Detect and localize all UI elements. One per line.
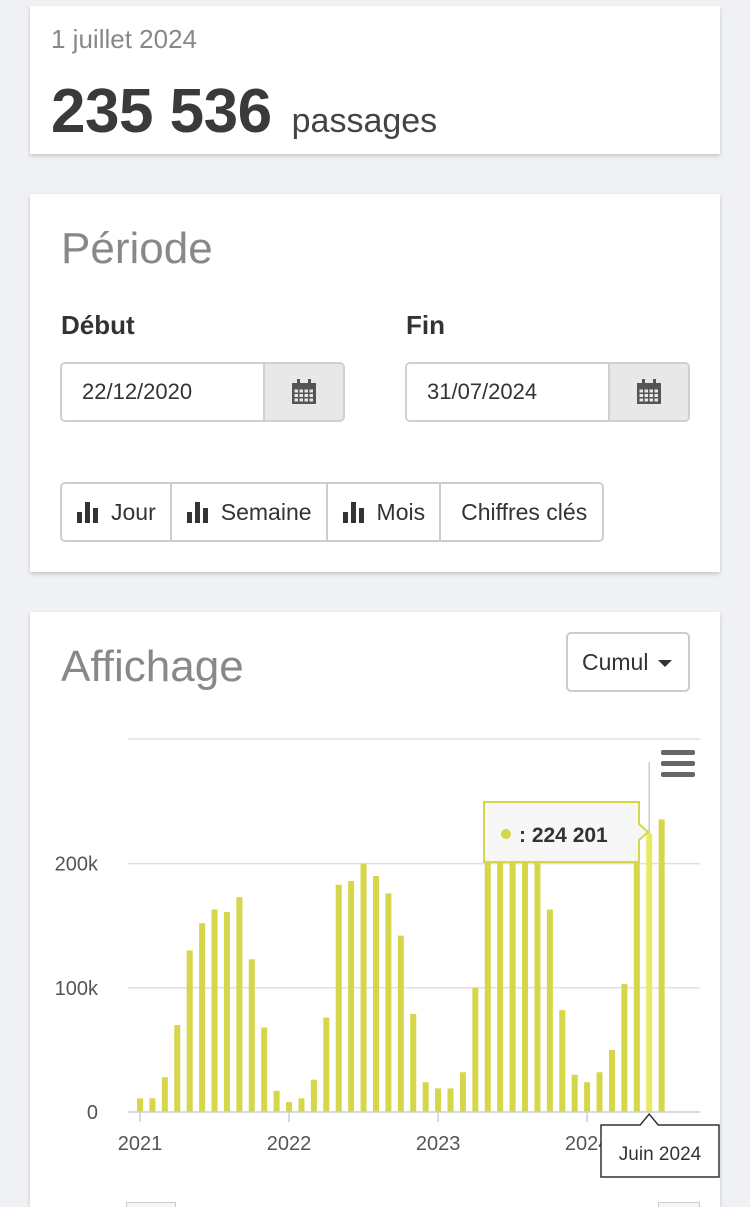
key-figures-button[interactable]: Chiffres clés xyxy=(441,484,603,540)
chart-bar xyxy=(348,880,355,1112)
chart-bar xyxy=(286,1102,293,1112)
start-date-group xyxy=(60,362,345,422)
chart-bar xyxy=(584,1082,591,1112)
chart-bar xyxy=(360,863,367,1112)
chart-bar xyxy=(174,1025,181,1112)
chart-bar xyxy=(248,959,255,1112)
chart-bar xyxy=(422,1082,429,1112)
chart-bar xyxy=(137,1098,143,1112)
chart-bar xyxy=(633,847,640,1112)
summary-unit: passages xyxy=(291,102,438,140)
range-scroll-right-button[interactable] xyxy=(658,1202,700,1207)
display-card: Affichage Cumul 0 100k 200k 2021 2022 2023 202… xyxy=(30,612,720,1207)
chart-bar xyxy=(646,833,653,1112)
x-hover-label: Juin 2024 xyxy=(619,1144,702,1165)
bar-chart-icon xyxy=(186,502,208,523)
y-tick-label: 0 xyxy=(87,1102,98,1124)
chart-bar xyxy=(571,1074,578,1112)
end-date-picker-button[interactable] xyxy=(608,364,688,420)
chart-bar xyxy=(658,819,665,1112)
bar-chart-icon xyxy=(342,502,364,523)
chart-bar xyxy=(459,1072,466,1112)
week-button[interactable]: Semaine xyxy=(171,484,328,540)
summary-value: 235 536 xyxy=(51,77,272,146)
chart-bar xyxy=(559,1010,566,1112)
end-date-label: Fin xyxy=(406,310,445,340)
monthly-passages-chart: 0100k200k2021 2022 2023 2024 Juin 2024: 224 … xyxy=(55,738,720,1178)
chart-bar xyxy=(546,909,553,1112)
chart-bar xyxy=(335,884,342,1112)
chart-bar xyxy=(149,1098,156,1112)
chart-bar xyxy=(199,923,206,1112)
period-title: Période xyxy=(61,224,213,273)
chart-bar xyxy=(435,1088,442,1112)
chart-bar xyxy=(186,950,193,1112)
x-tick-label: 2021 xyxy=(118,1133,163,1155)
chart-bar xyxy=(261,1027,268,1112)
chart-bar xyxy=(385,893,392,1112)
chart-bar xyxy=(273,1090,280,1112)
chart-bar xyxy=(310,1079,317,1112)
chart-bar xyxy=(323,1017,330,1112)
chart-bar xyxy=(534,857,541,1112)
calendar-icon xyxy=(637,379,661,404)
period-card: Période Début Fin 22/12/2020 31/07/2024 … xyxy=(30,194,720,572)
end-date-input[interactable] xyxy=(407,364,608,420)
end-date-group xyxy=(405,362,690,422)
key-figures-button-label: Chiffres clés xyxy=(461,498,588,525)
start-date-input[interactable] xyxy=(62,364,263,420)
bar-chart-icon xyxy=(77,502,98,523)
day-button-label: Jour xyxy=(111,498,156,525)
calendar-icon xyxy=(292,379,316,404)
chart-bar xyxy=(236,897,243,1112)
chart-bar xyxy=(497,857,504,1112)
y-tick-label: 200k xyxy=(55,854,99,876)
chart-bar xyxy=(596,1072,603,1112)
chart-bar xyxy=(608,1049,615,1112)
chart-bar xyxy=(298,1098,305,1112)
summary-card: 1 juillet 2024 235 536 passages xyxy=(30,6,720,154)
menu-icon[interactable] xyxy=(661,750,695,777)
x-tick-label: 2022 xyxy=(267,1133,312,1155)
chart-bar xyxy=(211,909,218,1112)
y-tick-label: 100k xyxy=(55,978,99,1000)
chart-bar xyxy=(484,857,491,1112)
summary-date: 1 juillet 2024 xyxy=(51,24,197,54)
chart-bar xyxy=(161,1077,168,1112)
chart-bar xyxy=(372,876,379,1112)
chart-bar xyxy=(621,984,628,1112)
start-date-label: Début xyxy=(61,310,135,340)
tooltip-value: : 224 201 xyxy=(519,824,608,847)
summary-row: 235 536 passages xyxy=(51,76,437,147)
chart-bar xyxy=(472,987,479,1112)
tooltip-series-dot xyxy=(501,829,511,839)
start-date-picker-button[interactable] xyxy=(263,364,343,420)
x-tick-label: 2023 xyxy=(416,1133,461,1155)
month-button-label: Mois xyxy=(376,498,426,525)
granularity-button-group: Jour Semaine Mois Chiffres clés xyxy=(60,482,605,542)
chart-bar xyxy=(410,1013,417,1112)
chart-bar xyxy=(522,857,529,1112)
range-scroll-left-button[interactable] xyxy=(126,1202,176,1207)
month-button[interactable]: Mois xyxy=(327,484,442,540)
day-button[interactable]: Jour xyxy=(62,484,172,540)
week-button-label: Semaine xyxy=(220,498,312,525)
chart-bar xyxy=(447,1088,454,1112)
chart-bar xyxy=(509,857,516,1112)
chart-bar xyxy=(223,912,230,1112)
chart-bar xyxy=(397,935,404,1112)
